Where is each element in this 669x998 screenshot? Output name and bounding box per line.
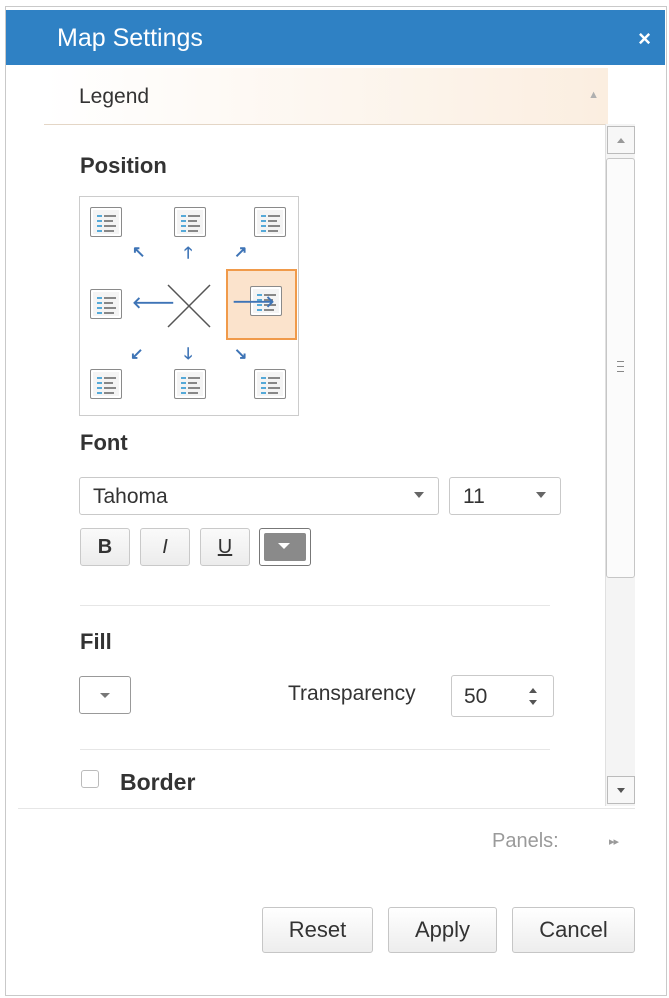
position-bottom-right[interactable]: ↘ [226, 343, 297, 414]
fill-heading: Fill [80, 629, 112, 654]
expand-panels-icon[interactable]: ▸▸ [609, 835, 619, 848]
divider [80, 605, 550, 606]
scroll-up-button[interactable] [607, 126, 635, 154]
legend-doc-icon [174, 369, 206, 399]
dialog-title-bar: Map Settings × [6, 10, 665, 65]
fill-color-button[interactable] [79, 676, 131, 714]
legend-panel-label: Legend [79, 85, 150, 108]
position-top-left[interactable]: ↖ [80, 197, 151, 268]
chevron-down-icon [278, 543, 290, 549]
position-heading: Position [80, 153, 167, 178]
divider [80, 749, 550, 750]
apply-button[interactable]: Apply [388, 907, 497, 953]
cancel-button[interactable]: Cancel [512, 907, 635, 953]
legend-doc-icon [90, 207, 122, 237]
position-top[interactable]: 🡑 [154, 197, 225, 268]
legend-panel-header[interactable]: Legend ▲ [44, 68, 608, 125]
scroll-up-icon [617, 138, 625, 143]
legend-position-grid: ↖ 🡑 ↗ 🡐 🡒 ↙ 🡓 ↘ [79, 196, 299, 416]
chevron-down-icon [414, 492, 424, 498]
scrollbar-thumb[interactable] [606, 158, 635, 578]
position-none[interactable] [154, 271, 225, 342]
legend-doc-icon [254, 207, 286, 237]
panels-label: Panels: [492, 830, 559, 852]
font-size-value: 11 [463, 485, 485, 508]
font-size-select[interactable]: 11 [449, 477, 561, 515]
dialog-title: Map Settings [57, 24, 203, 52]
arrow-up-left-icon: ↖ [132, 244, 146, 261]
scroll-down-button[interactable] [607, 776, 635, 804]
scroll-down-icon [617, 788, 625, 793]
close-icon[interactable]: × [638, 26, 651, 52]
font-color-button[interactable] [259, 528, 311, 566]
legend-doc-icon [174, 207, 206, 237]
position-bottom[interactable]: 🡓 [154, 343, 225, 414]
font-family-select[interactable]: Tahoma [79, 477, 439, 515]
font-family-value: Tahoma [93, 485, 168, 508]
spinner-down-icon[interactable] [529, 700, 537, 705]
position-top-right[interactable]: ↗ [226, 197, 297, 268]
position-right[interactable]: 🡒 [226, 269, 297, 340]
arrow-right-icon: 🡒 [232, 294, 275, 311]
position-left[interactable]: 🡐 [80, 271, 175, 342]
reset-button[interactable]: Reset [262, 907, 373, 953]
spinner-up-icon[interactable] [529, 688, 537, 693]
divider [18, 808, 635, 809]
arrow-down-right-icon: ↘ [234, 346, 248, 363]
transparency-spinner[interactable]: 50 [451, 675, 554, 717]
legend-doc-icon [90, 369, 122, 399]
chevron-down-icon [536, 492, 546, 498]
chevron-down-icon [100, 693, 110, 698]
collapse-caret-icon[interactable]: ▲ [588, 89, 599, 101]
font-heading: Font [80, 430, 128, 455]
none-x-icon [167, 284, 211, 328]
transparency-label: Transparency [288, 682, 416, 705]
underline-button[interactable]: U [200, 528, 250, 566]
arrow-down-icon: 🡓 [184, 346, 193, 363]
position-bottom-left[interactable]: ↙ [80, 343, 151, 414]
transparency-value: 50 [464, 685, 488, 708]
arrow-up-right-icon: ↗ [234, 244, 248, 261]
grip-icon [617, 361, 624, 375]
bold-button[interactable]: B [80, 528, 130, 566]
arrow-down-left-icon: ↙ [130, 346, 144, 363]
italic-button[interactable]: I [140, 528, 190, 566]
border-label: Border [120, 769, 196, 795]
legend-doc-icon [90, 289, 122, 319]
border-checkbox[interactable] [81, 770, 99, 788]
legend-doc-icon [254, 369, 286, 399]
arrow-up-icon: 🡑 [184, 245, 193, 262]
